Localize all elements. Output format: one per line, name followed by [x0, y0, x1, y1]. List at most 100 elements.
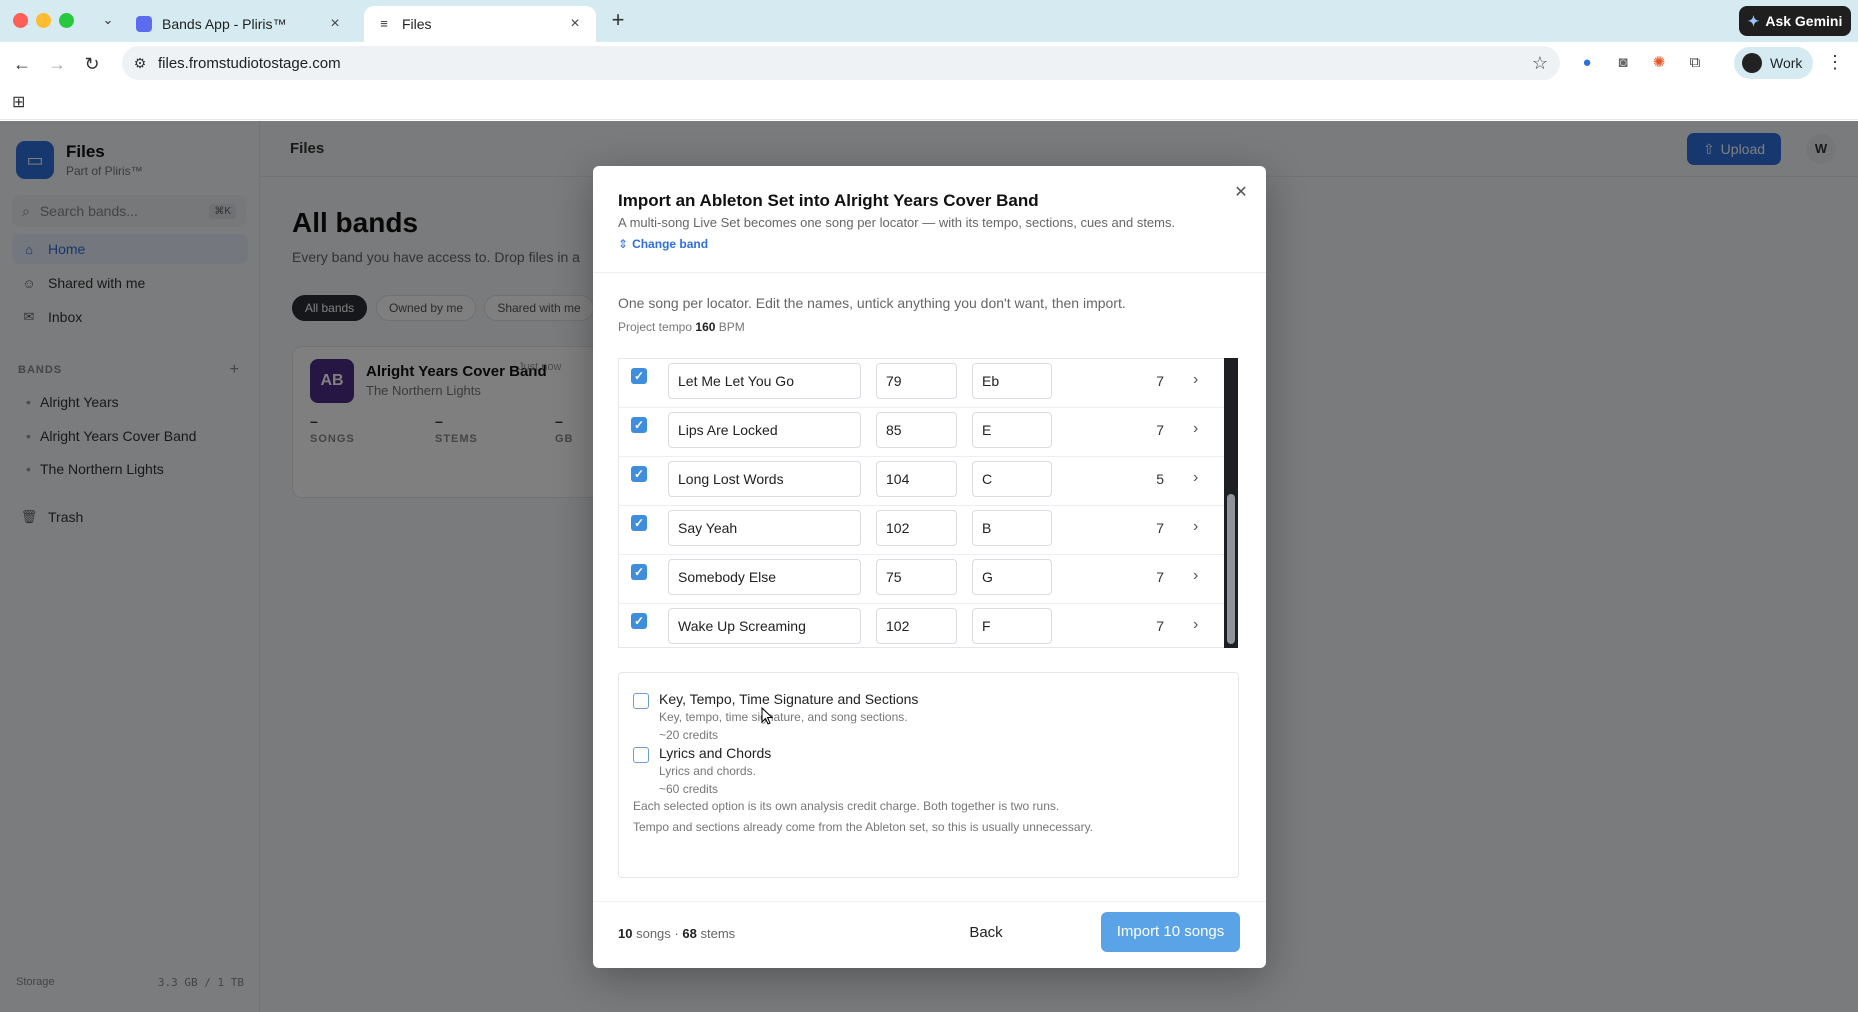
change-band-link[interactable]: ⇕ Change band	[618, 237, 708, 251]
extension-burst-icon[interactable]: ✺	[1648, 52, 1670, 74]
tempo-value: 160	[695, 320, 716, 334]
stem-count: 7	[1156, 618, 1164, 634]
song-name-input[interactable]: Lips Are Locked	[668, 412, 861, 448]
chevron-up-down-icon: ⇕	[618, 237, 629, 251]
song-name-input[interactable]: Wake Up Screaming	[668, 608, 861, 644]
new-tab-button[interactable]: +	[606, 9, 630, 33]
tab-search-chevron-icon[interactable]: ⌄	[98, 10, 118, 30]
list-item: ✓ Long Lost Words 104 C 5 ›	[619, 457, 1224, 506]
back-button[interactable]: Back	[958, 917, 1014, 949]
chevron-right-icon[interactable]: ›	[1193, 371, 1198, 389]
divider	[593, 901, 1266, 902]
stem-total: 68	[682, 926, 697, 941]
apps-grid-icon[interactable]: ⊞	[12, 92, 25, 112]
option-checkbox[interactable]	[633, 693, 649, 709]
song-checkbox[interactable]: ✓	[631, 613, 647, 629]
tab-files[interactable]: ≡ Files ×	[364, 6, 596, 42]
import-ableton-dialog: Import an Ableton Set into Alright Years…	[593, 166, 1266, 968]
maximize-window-button[interactable]	[59, 13, 74, 28]
browser-toolbar: ← → ↻ ⚙ files.fromstudiotostage.com ☆ ● …	[0, 42, 1858, 84]
mouse-cursor-icon	[761, 707, 773, 725]
song-bpm-input[interactable]: 104	[876, 461, 957, 497]
reload-icon[interactable]: ↻	[80, 52, 104, 76]
close-icon[interactable]: ✕	[1230, 182, 1252, 204]
credit-charge-note: Each selected option is its own analysis…	[633, 799, 1060, 813]
tempo-unit: BPM	[718, 320, 745, 334]
analysis-options-panel: Key, Tempo, Time Signature and Sections …	[618, 672, 1239, 878]
minimize-window-button[interactable]	[36, 13, 51, 28]
song-name-input[interactable]: Long Lost Words	[668, 461, 861, 497]
browser-tab-bar: ⌄ Bands App - Pliris™ × ≡ Files × + ✦ As…	[0, 0, 1858, 42]
song-list-scrollbar[interactable]	[1224, 358, 1238, 648]
back-arrow-icon[interactable]: ←	[10, 52, 34, 76]
song-name-input[interactable]: Let Me Let You Go	[668, 363, 861, 399]
song-key-input[interactable]: F	[972, 608, 1052, 644]
password-manager-icon[interactable]: ●	[1576, 52, 1598, 74]
list-item: ✓ Lips Are Locked 85 E 7 ›	[619, 408, 1224, 457]
option-title: Key, Tempo, Time Signature and Sections	[659, 691, 919, 707]
bookmark-star-icon[interactable]: ☆	[1520, 53, 1560, 74]
address-bar[interactable]: ⚙ files.fromstudiotostage.com ☆	[122, 46, 1560, 80]
song-key-input[interactable]: E	[972, 412, 1052, 448]
song-key-input[interactable]: B	[972, 510, 1052, 546]
change-band-label: Change band	[632, 237, 709, 251]
chevron-right-icon[interactable]: ›	[1193, 518, 1198, 536]
option-credits: ~20 credits	[659, 728, 719, 742]
dialog-title: Import an Ableton Set into Alright Years…	[618, 191, 1039, 210]
stems-label: stems	[700, 926, 736, 941]
browser-menu-icon[interactable]: ⋮	[1826, 52, 1844, 73]
avatar	[1742, 53, 1762, 73]
url-text[interactable]: files.fromstudiotostage.com	[158, 55, 1520, 72]
profile-button[interactable]: Work	[1734, 47, 1813, 79]
option-description: Key, tempo, time signature, and song sec…	[659, 710, 908, 724]
list-item: ✓ Somebody Else 75 G 7 ›	[619, 555, 1224, 604]
scrollbar-thumb[interactable]	[1227, 494, 1235, 644]
forward-arrow-icon[interactable]: →	[45, 52, 69, 76]
divider	[593, 272, 1266, 273]
close-tab-icon[interactable]: ×	[566, 15, 584, 33]
list-item: ✓ Say Yeah 102 B 7 ›	[619, 506, 1224, 555]
chevron-right-icon[interactable]: ›	[1193, 469, 1198, 487]
song-key-input[interactable]: C	[972, 461, 1052, 497]
song-checkbox[interactable]: ✓	[631, 417, 647, 433]
import-songs-button[interactable]: Import 10 songs	[1101, 912, 1240, 952]
song-list[interactable]: ✓ Let Me Let You Go 79 Eb 7 › ✓ Lips Are…	[618, 358, 1224, 648]
song-key-input[interactable]: Eb	[972, 363, 1052, 399]
song-checkbox[interactable]: ✓	[631, 564, 647, 580]
import-instructions: One song per locator. Edit the names, un…	[618, 295, 1126, 311]
tab-bands-app[interactable]: Bands App - Pliris™ ×	[124, 6, 356, 42]
song-bpm-input[interactable]: 102	[876, 510, 957, 546]
option-title: Lyrics and Chords	[659, 745, 772, 761]
song-bpm-input[interactable]: 102	[876, 608, 957, 644]
song-name-input[interactable]: Somebody Else	[668, 559, 861, 595]
files-favicon-icon: ≡	[380, 16, 388, 31]
stem-count: 7	[1156, 569, 1164, 585]
ask-gemini-label: Ask Gemini	[1765, 13, 1843, 29]
extensions-puzzle-icon[interactable]: ⧉	[1684, 52, 1706, 74]
close-tab-icon[interactable]: ×	[326, 15, 344, 33]
song-bpm-input[interactable]: 79	[876, 363, 957, 399]
option-credits: ~60 credits	[659, 782, 719, 796]
chevron-right-icon[interactable]: ›	[1193, 616, 1198, 634]
chevron-right-icon[interactable]: ›	[1193, 420, 1198, 438]
option-description: Lyrics and chords.	[659, 764, 756, 778]
bands-app-favicon-icon	[136, 16, 152, 32]
project-tempo: Project tempo 160 BPM	[618, 320, 745, 334]
song-checkbox[interactable]: ✓	[631, 515, 647, 531]
song-bpm-input[interactable]: 75	[876, 559, 957, 595]
camera-icon[interactable]: ◙	[1612, 52, 1634, 74]
site-info-icon[interactable]: ⚙	[122, 55, 158, 72]
separator: ·	[674, 926, 679, 941]
ask-gemini-button[interactable]: ✦ Ask Gemini	[1739, 6, 1851, 36]
song-bpm-input[interactable]: 85	[876, 412, 957, 448]
song-checkbox[interactable]: ✓	[631, 466, 647, 482]
chevron-right-icon[interactable]: ›	[1193, 567, 1198, 585]
option-checkbox[interactable]	[633, 747, 649, 763]
tempo-note: Tempo and sections already come from the…	[633, 820, 1094, 834]
close-window-button[interactable]	[13, 13, 28, 28]
song-name-input[interactable]: Say Yeah	[668, 510, 861, 546]
tempo-label: Project tempo	[618, 320, 693, 334]
song-key-input[interactable]: G	[972, 559, 1052, 595]
song-checkbox[interactable]: ✓	[631, 368, 647, 384]
tab-title: Bands App - Pliris™	[162, 16, 287, 32]
